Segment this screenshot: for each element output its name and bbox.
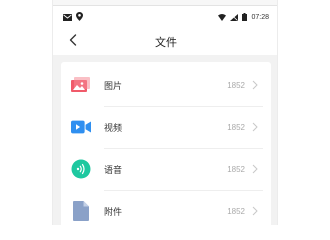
list-item-attachments[interactable]: 附件 1852 [61, 190, 271, 225]
image-icon [71, 75, 91, 95]
back-button[interactable] [65, 34, 81, 50]
navigation-bar: 文件 [53, 28, 277, 55]
voice-icon [71, 159, 91, 179]
battery-icon [242, 8, 248, 26]
list-item-count: 1852 [227, 164, 245, 174]
status-time: 07:28 [251, 13, 269, 21]
no-signal-icon [230, 8, 239, 26]
video-icon [71, 117, 91, 137]
list-item-label: 语音 [104, 164, 123, 175]
list-item-label: 附件 [104, 206, 123, 217]
page-title: 文件 [155, 36, 177, 49]
file-category-list: 图片 1852 视频 1852 语音 1852 附件 1852 [61, 62, 271, 225]
list-item-label: 图片 [104, 80, 123, 91]
list-item-voice[interactable]: 语音 1852 [61, 148, 271, 190]
list-item-count: 1852 [227, 80, 245, 90]
chevron-right-icon [251, 206, 259, 216]
status-left [63, 8, 83, 26]
chevron-right-icon [251, 122, 259, 132]
list-item-videos[interactable]: 视频 1852 [61, 106, 271, 148]
phone-screen: 07:28 文件 图片 1852 视频 1852 语音 1852 附件 1852 [52, 0, 278, 225]
chevron-right-icon [251, 164, 259, 174]
list-item-count: 1852 [227, 122, 245, 132]
status-right: 07:28 [218, 8, 269, 26]
status-bar: 07:28 [53, 6, 277, 28]
chevron-left-icon [69, 33, 77, 51]
chevron-right-icon [251, 80, 259, 90]
attachment-icon [71, 201, 91, 221]
mail-icon [63, 8, 72, 26]
wifi-icon [218, 8, 227, 26]
list-item-images[interactable]: 图片 1852 [61, 64, 271, 106]
list-item-label: 视频 [104, 122, 123, 133]
location-icon [76, 8, 83, 26]
list-item-count: 1852 [227, 206, 245, 216]
